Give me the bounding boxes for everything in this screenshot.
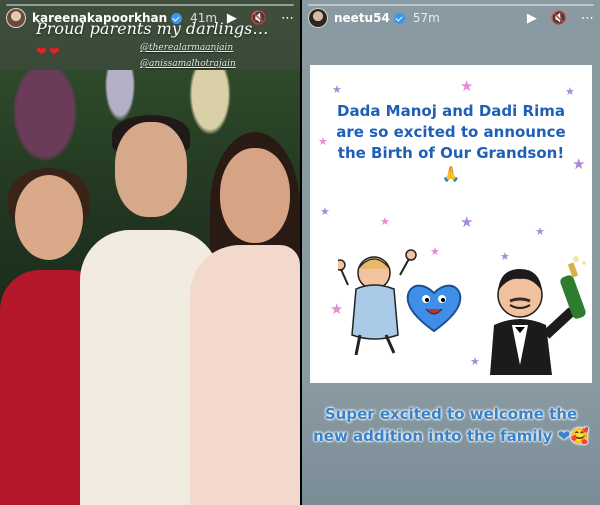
star-icon: ★ (320, 205, 330, 218)
story-progress-bar (308, 4, 594, 6)
announcement-card: ★ ★ ★ ★ ★ ★ ★ ★ ★ ★ ★ ★ ★ ★ Dada Manoj a… (310, 65, 592, 383)
story-controls: ▶ 🔇 ⋯ (527, 12, 594, 25)
heart-sticker (406, 284, 462, 333)
star-icon: ★ (572, 155, 586, 173)
star-icon: ★ (460, 213, 474, 231)
figure-face (220, 148, 290, 243)
figure-face (15, 175, 83, 260)
story-caption: Super excited to welcome the new additio… (313, 405, 589, 445)
star-icon: ★ (565, 85, 575, 98)
mention-tag[interactable]: @therealarmaanjain (140, 43, 233, 53)
story-right[interactable]: neetu54 57m ▶ 🔇 ⋯ ★ ★ ★ ★ ★ ★ ★ ★ ★ ★ ★ … (302, 0, 600, 505)
play-icon[interactable]: ▶ (527, 12, 537, 25)
post-time: 57m (412, 11, 440, 25)
figure-right (190, 245, 300, 505)
man-sticker (490, 256, 586, 375)
star-icon: ★ (535, 225, 545, 238)
star-icon: ★ (430, 245, 440, 258)
figure-face (115, 122, 187, 217)
hearts-emoji: ❤❤ (36, 45, 62, 60)
story-caption: Proud parents my darlings… (36, 19, 269, 38)
mention-tag[interactable]: @anissamalhotrajain (140, 59, 236, 69)
star-icon: ★ (332, 83, 342, 96)
star-icon: ★ (380, 215, 390, 228)
star-icon: ★ (318, 135, 328, 148)
announcement-text: Dada Manoj and Dadi Rima are so excited … (336, 102, 566, 183)
story-left[interactable]: kareenakapoorkhan 41m ▶ 🔇 ⋯ Proud parent… (0, 0, 300, 505)
star-icon: ★ (470, 355, 480, 368)
story-progress-bar (6, 4, 294, 6)
avatar[interactable] (308, 8, 328, 28)
avatar[interactable] (6, 8, 26, 28)
more-icon[interactable]: ⋯ (581, 12, 594, 25)
mute-icon[interactable]: 🔇 (551, 12, 567, 25)
star-icon: ★ (460, 77, 474, 95)
story-header: neetu54 57m ▶ 🔇 ⋯ (308, 7, 594, 29)
verified-icon (393, 12, 405, 24)
username[interactable]: neetu54 (334, 11, 390, 25)
